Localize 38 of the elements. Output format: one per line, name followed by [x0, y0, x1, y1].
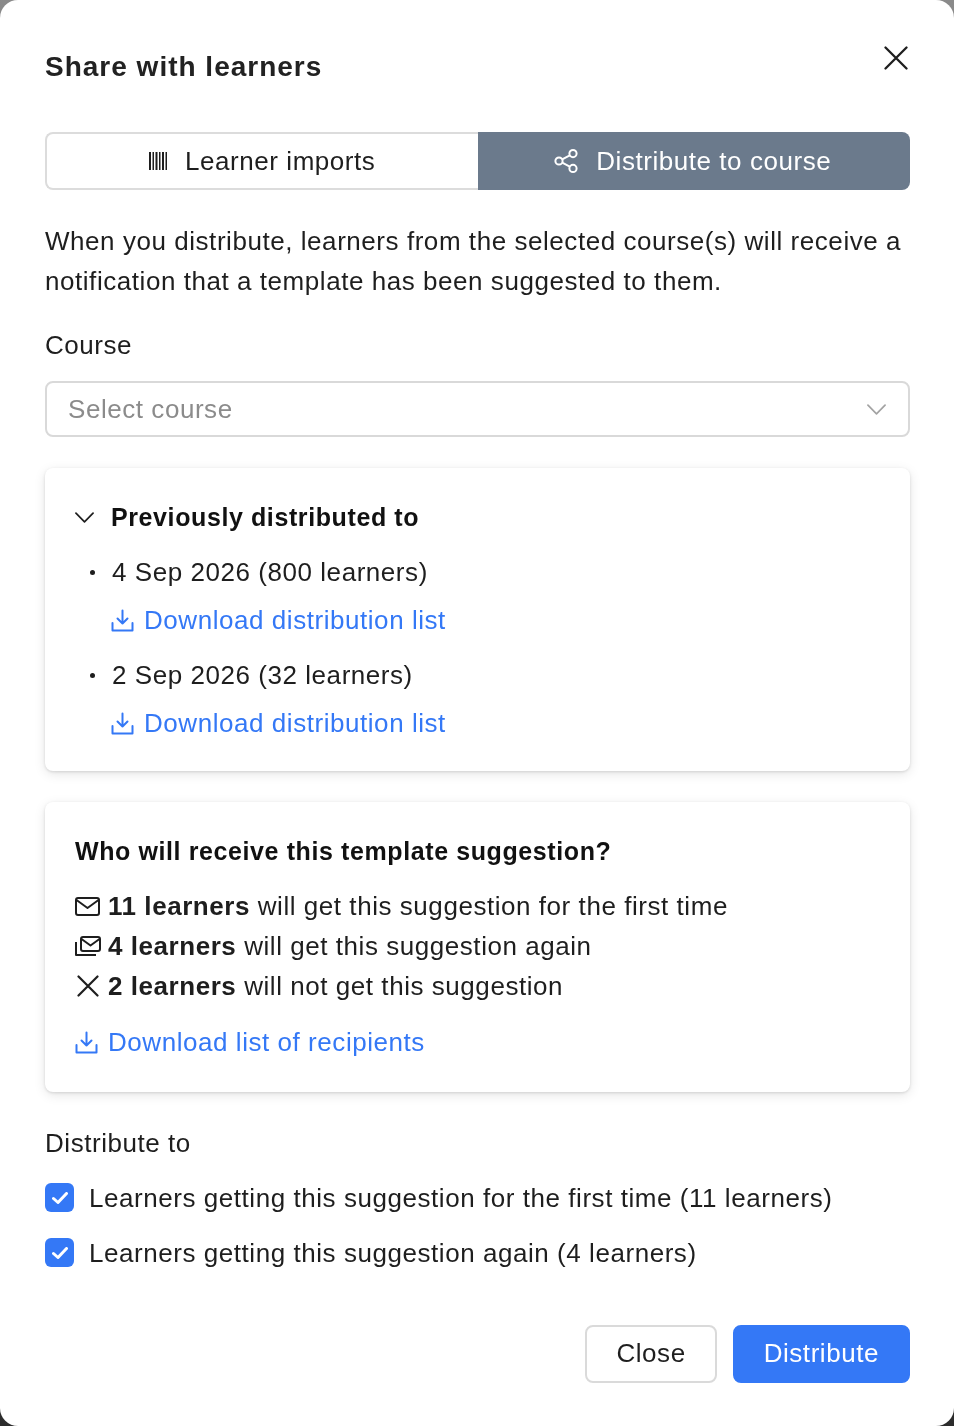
barcode-icon — [149, 152, 168, 170]
chevron-down-icon[interactable] — [75, 511, 94, 523]
distribution-date: 2 Sep 2026 (32 learners) — [112, 659, 413, 692]
distribution-date: 4 Sep 2026 (800 learners) — [112, 556, 428, 589]
share-icon — [554, 149, 579, 173]
bullet-icon — [90, 672, 95, 678]
checkbox-label[interactable]: Learners getting this suggestion again (4 learners) — [89, 1235, 697, 1270]
card-heading: Who will receive this template suggestion? — [75, 836, 613, 867]
close-icon[interactable] — [884, 46, 908, 70]
recipient-summary: 11 learners will get this suggestion for the first time — [108, 890, 728, 923]
download-link[interactable]: Download distribution list — [111, 706, 446, 740]
section-heading: Previously distributed to — [111, 502, 420, 533]
distribute-button[interactable]: Distribute — [732, 1324, 910, 1383]
download-icon — [75, 1030, 98, 1054]
field-label: Course — [45, 329, 134, 362]
download-icon — [111, 608, 134, 632]
checkbox-label[interactable]: Learners getting this suggestion for the first time (11 learners) — [89, 1180, 833, 1215]
envelope-icon — [75, 896, 100, 916]
checkmark-icon — [51, 1191, 68, 1204]
tab[interactable]: Distribute to course — [477, 132, 910, 190]
checkmark-icon — [51, 1246, 68, 1259]
stacked-envelopes-icon — [74, 936, 101, 956]
bullet-icon — [90, 569, 95, 575]
checkbox[interactable] — [45, 1183, 74, 1212]
dialog-title: Share with learners — [45, 50, 323, 84]
chevron-down-icon — [867, 403, 886, 415]
cross-icon — [76, 975, 99, 997]
close-button[interactable]: Close — [585, 1324, 717, 1383]
course-select[interactable]: Select course — [45, 381, 910, 437]
checkbox[interactable] — [45, 1238, 74, 1267]
tab[interactable]: Learner imports — [45, 132, 478, 190]
download-link[interactable]: Download distribution list — [111, 603, 446, 637]
download-link[interactable]: Download list of recipients — [75, 1025, 425, 1059]
section-label: Distribute to — [45, 1126, 192, 1160]
download-icon — [111, 711, 134, 735]
recipient-summary: 2 learners will not get this suggestion — [108, 970, 564, 1003]
description-text: When you distribute, learners from the selected course(s) will receive a notification that a template has been suggested to them. — [45, 225, 903, 298]
recipient-summary: 4 learners will get this suggestion again — [108, 930, 592, 963]
